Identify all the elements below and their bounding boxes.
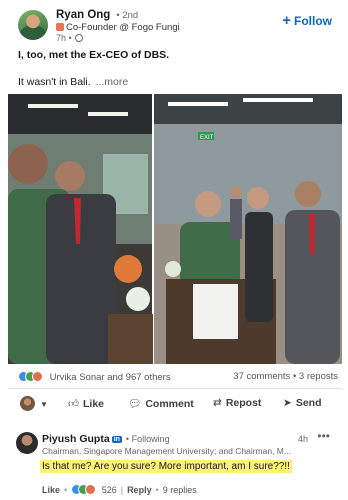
post-text-line1: I, too, met the Ex-CEO of DBS. [18, 49, 170, 61]
comment-label: Comment [145, 398, 194, 410]
divider [8, 388, 342, 389]
send-button[interactable]: ➤ Send [283, 397, 321, 409]
comment-actions: Like • 526 | Reply • 9 replies [42, 484, 197, 495]
post-image[interactable]: EXIT [8, 94, 342, 364]
commenter-avatar[interactable] [16, 432, 38, 454]
reactions-summary[interactable]: Urvika Sonar and 967 others [18, 371, 171, 383]
comment-like-button[interactable]: Like [42, 485, 60, 495]
globe-icon [74, 34, 83, 42]
post-image-illustration: EXIT [8, 94, 342, 364]
author-headline-text: Co-Founder @ Fogo Fungi [66, 22, 180, 33]
exit-sign: EXIT [200, 135, 214, 141]
follow-label: Follow [294, 14, 332, 28]
follow-button[interactable]: + Follow [282, 12, 332, 29]
post-text-line2: It wasn't in Bali. ...more [18, 76, 128, 88]
reply-button[interactable]: Reply [127, 485, 152, 495]
following-status: • Following [125, 434, 170, 444]
comment-button[interactable]: 💬︎ Comment [128, 397, 194, 410]
author-headline: Co-Founder @ Fogo Fungi [56, 22, 180, 33]
replies-count[interactable]: 9 replies [163, 485, 197, 495]
post-actions: ▼ 👍︎ Like 💬︎ Comment ⇄ Repost ➤ Send [8, 395, 342, 417]
separator: • [64, 485, 68, 495]
see-more-link[interactable]: ...more [96, 76, 129, 88]
thumbs-up-icon: 👍︎ [68, 398, 79, 410]
comment-icon: 💬︎ [128, 398, 142, 410]
repost-label: Repost [225, 397, 262, 409]
comment-text: Is that me? Are you sure? More important… [40, 460, 292, 473]
post-meta: 7h • [56, 33, 83, 43]
chevron-down-icon[interactable]: ▼ [40, 400, 48, 409]
comment-reaction-count[interactable]: 526 [102, 485, 117, 495]
reaction-names: Urvika Sonar and 967 others [49, 372, 171, 383]
social-counts: Urvika Sonar and 967 others 37 comments … [8, 370, 342, 386]
more-options-icon[interactable]: ••• [317, 429, 330, 443]
send-icon: ➤ [283, 397, 292, 409]
like-button[interactable]: 👍︎ Like [68, 397, 104, 410]
repost-icon: ⇄ [213, 397, 222, 409]
author-name[interactable]: Ryan Ong [56, 9, 110, 21]
comment-time: 4h [297, 434, 308, 444]
separator: • [155, 485, 159, 495]
commenter-line: Piyush Gupta in • Following [42, 433, 170, 445]
love-icon [85, 484, 97, 495]
like-label: Like [82, 398, 104, 410]
post-time: 7h • [56, 33, 72, 43]
commenter-name[interactable]: Piyush Gupta [42, 433, 110, 445]
connection-degree: • 2nd [116, 10, 139, 21]
post-header: Ryan Ong • 2nd Co-Founder @ Fogo Fungi 7… [0, 0, 348, 48]
love-icon [32, 371, 43, 382]
viewer-avatar[interactable] [20, 396, 35, 411]
repost-button[interactable]: ⇄ Repost [213, 397, 261, 409]
comments-reposts-count[interactable]: 37 comments • 3 reposts [233, 371, 338, 382]
company-logo-icon [56, 23, 64, 31]
post-text-line2-content: It wasn't in Bali. [18, 76, 91, 88]
author-avatar[interactable] [18, 10, 48, 40]
plus-icon: + [282, 12, 291, 29]
send-label: Send [295, 397, 322, 409]
linkedin-badge-icon: in [111, 436, 122, 443]
separator: | [120, 485, 124, 495]
author-line: Ryan Ong • 2nd [56, 9, 138, 21]
commenter-headline: Chairman, Singapore Management Universit… [42, 446, 291, 456]
